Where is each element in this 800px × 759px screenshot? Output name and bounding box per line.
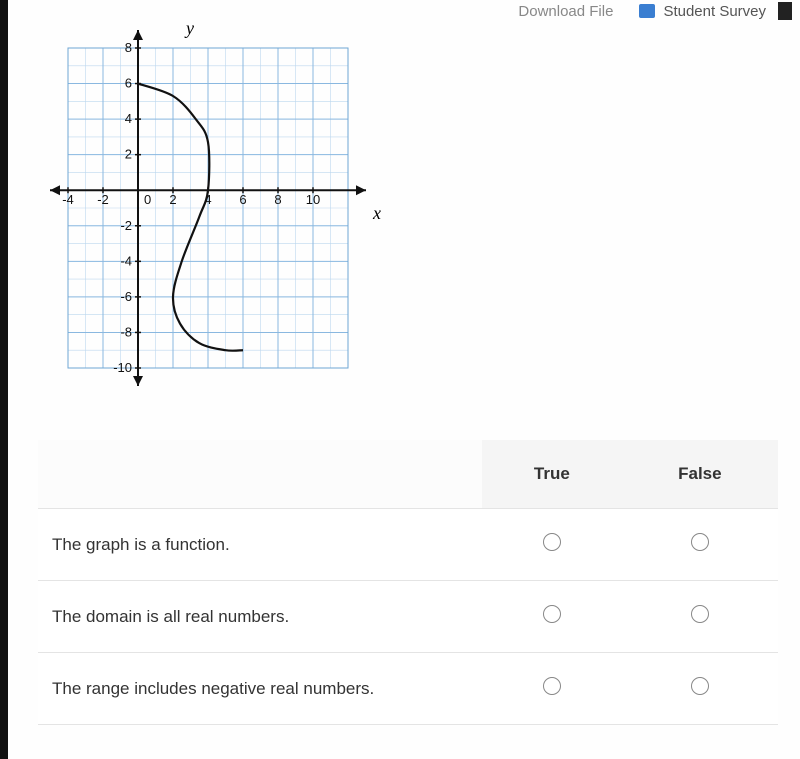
svg-text:0: 0 bbox=[144, 192, 151, 207]
svg-text:-10: -10 bbox=[113, 360, 132, 375]
domain-all-reals-true-radio[interactable] bbox=[543, 605, 561, 623]
is-function-true-radio[interactable] bbox=[543, 533, 561, 551]
top-toolbar: Download File Student Survey bbox=[510, 0, 800, 22]
svg-text:8: 8 bbox=[274, 192, 281, 207]
svg-text:-4: -4 bbox=[62, 192, 74, 207]
y-axis-label: y bbox=[186, 18, 194, 39]
statement-cell: The range includes negative real numbers… bbox=[38, 653, 482, 725]
header-blank bbox=[38, 440, 482, 509]
question-table: True False The graph is a function.The d… bbox=[38, 440, 778, 725]
svg-text:-2: -2 bbox=[120, 218, 132, 233]
svg-text:6: 6 bbox=[125, 76, 132, 91]
svg-text:-4: -4 bbox=[120, 253, 132, 268]
download-link[interactable]: Download File bbox=[518, 3, 613, 20]
domain-all-reals-false-radio[interactable] bbox=[691, 605, 709, 623]
statement-cell: The graph is a function. bbox=[38, 509, 482, 581]
table-row: The graph is a function. bbox=[38, 509, 778, 581]
svg-text:2: 2 bbox=[125, 147, 132, 162]
svg-text:6: 6 bbox=[239, 192, 246, 207]
range-negative-true-radio[interactable] bbox=[543, 677, 561, 695]
graph-figure: y x -4-20246810-10-8-6-4-22468 bbox=[38, 18, 378, 388]
range-negative-false-radio[interactable] bbox=[691, 677, 709, 695]
header-true: True bbox=[482, 440, 622, 509]
x-axis-label: x bbox=[373, 203, 381, 224]
header-false: False bbox=[622, 440, 778, 509]
statement-cell: The domain is all real numbers. bbox=[38, 581, 482, 653]
survey-icon bbox=[639, 4, 655, 18]
svg-text:-2: -2 bbox=[97, 192, 109, 207]
page-background: Download File Student Survey y x -4 -2 0 2 4… bbox=[0, 0, 800, 759]
table-row: The domain is all real numbers. bbox=[38, 581, 778, 653]
toolbar-divider bbox=[778, 2, 792, 20]
svg-text:10: 10 bbox=[306, 192, 320, 207]
svg-text:-8: -8 bbox=[120, 324, 132, 339]
svg-text:4: 4 bbox=[125, 111, 132, 126]
chart-svg: -4-20246810-10-8-6-4-22468 bbox=[38, 18, 378, 388]
svg-text:-6: -6 bbox=[120, 289, 132, 304]
svg-text:8: 8 bbox=[125, 40, 132, 55]
student-survey-link[interactable]: Student Survey bbox=[663, 3, 766, 20]
svg-text:2: 2 bbox=[169, 192, 176, 207]
table-row: The range includes negative real numbers… bbox=[38, 653, 778, 725]
is-function-false-radio[interactable] bbox=[691, 533, 709, 551]
